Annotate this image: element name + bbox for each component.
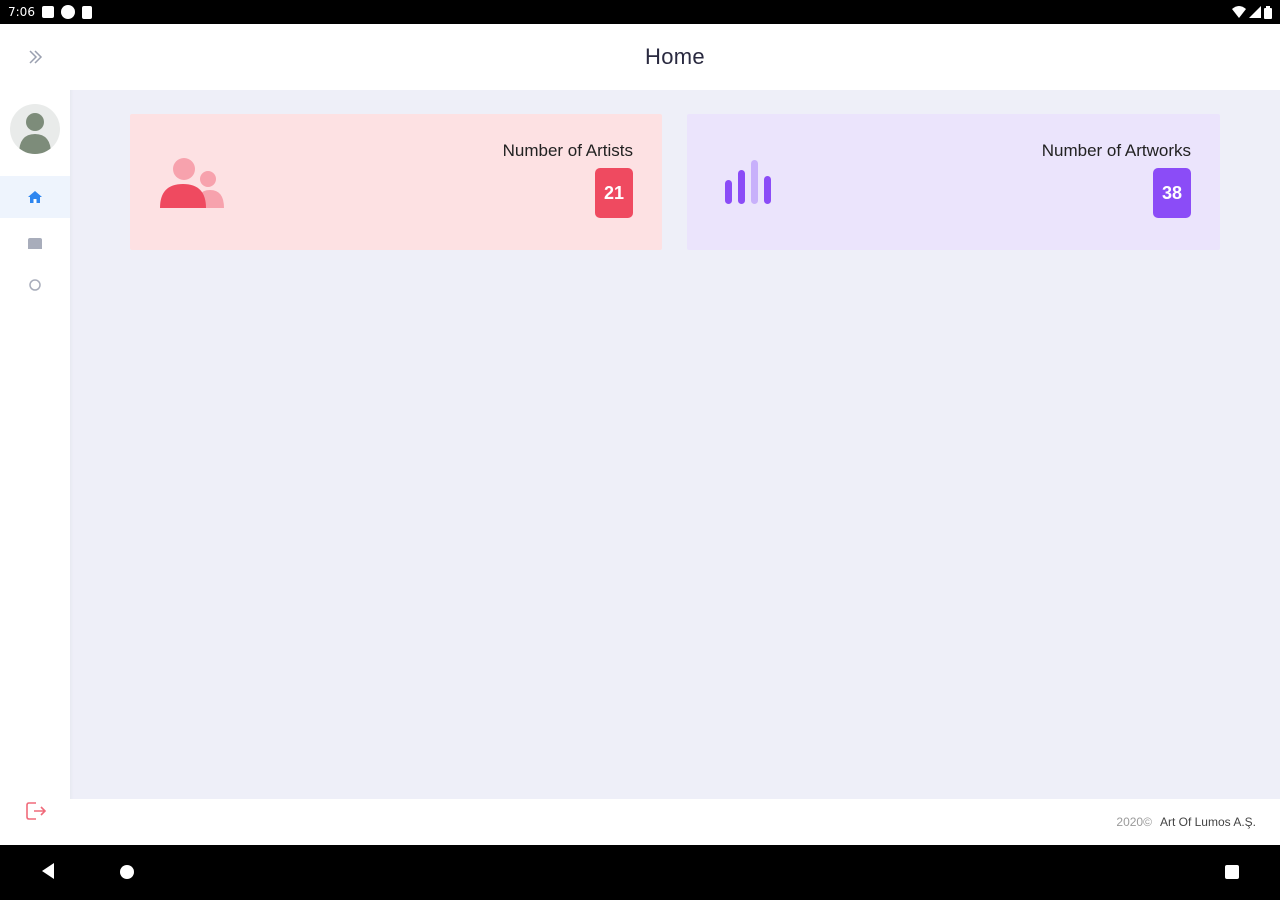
recents-button[interactable] — [1224, 864, 1240, 884]
notification-icon — [41, 6, 54, 18]
artworks-count-card[interactable]: Number of Artworks 38 — [687, 114, 1220, 250]
footer-year: 2020© — [1116, 815, 1152, 829]
artists-label: Number of Artists — [502, 141, 633, 160]
status-bar: 7:06 — [0, 0, 1280, 24]
home-nav-button[interactable] — [119, 864, 135, 884]
footer: 2020© Art Of Lumos A.Ş. — [70, 799, 1280, 845]
sidebar-item-folder[interactable] — [0, 222, 70, 264]
sidebar-item-home[interactable] — [0, 176, 70, 218]
users-icon — [160, 158, 224, 208]
page-title: Home — [645, 44, 705, 69]
sidebar-item-circle[interactable] — [0, 264, 70, 306]
back-button[interactable] — [40, 862, 56, 884]
battery-icon — [1264, 5, 1272, 19]
bar-chart-icon — [725, 160, 771, 204]
signal-icon — [1249, 6, 1261, 18]
top-bar: Home — [70, 24, 1280, 90]
folder-icon — [28, 237, 42, 249]
home-icon — [28, 191, 42, 203]
logout-icon — [26, 802, 47, 820]
home-circle-icon — [120, 865, 134, 879]
sd-card-icon — [81, 5, 92, 19]
avatar[interactable] — [10, 104, 60, 154]
back-icon — [42, 863, 54, 879]
app-window: Home Number of Artists 21 Number of Artw… — [0, 24, 1280, 845]
status-time: 7:06 — [8, 5, 35, 19]
footer-company: Art Of Lumos A.Ş. — [1159, 815, 1256, 829]
user-avatar-icon — [19, 113, 51, 154]
circle-icon — [29, 279, 41, 291]
chevron-double-right-icon — [29, 50, 43, 64]
wifi-icon — [1232, 6, 1246, 18]
artists-count-badge: 21 — [595, 168, 633, 218]
sidebar-expand-button[interactable] — [22, 44, 48, 70]
system-navigation-bar — [0, 845, 1280, 900]
artworks-count-badge: 38 — [1153, 168, 1191, 218]
logout-button[interactable] — [24, 799, 48, 823]
artists-count-card[interactable]: Number of Artists 21 — [130, 114, 662, 250]
sidebar — [0, 24, 70, 845]
recents-square-icon — [1225, 865, 1239, 879]
app-notification-icon — [60, 5, 75, 19]
artworks-label: Number of Artworks — [1041, 141, 1191, 160]
